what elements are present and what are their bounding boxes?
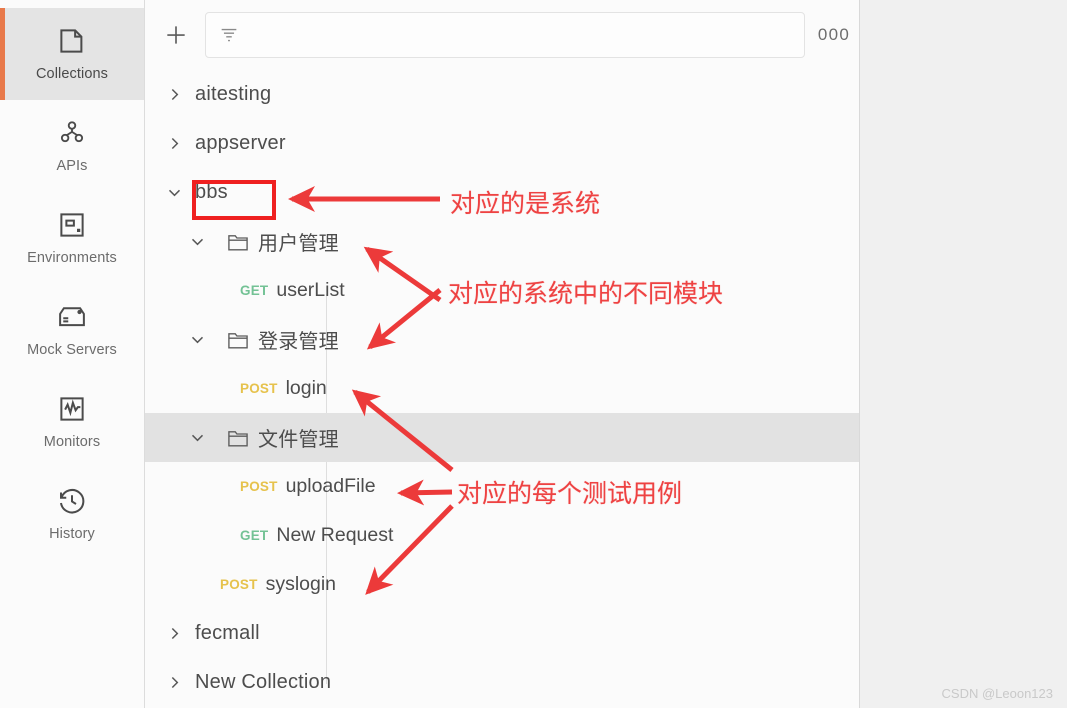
chevron-down-icon[interactable] — [190, 234, 205, 249]
chevron-right-icon[interactable] — [167, 136, 182, 151]
app-window: Collections APIs Environments Mock Serve… — [0, 0, 1067, 708]
tree-row-label: aitesting — [195, 83, 272, 105]
sidebar-item-history[interactable]: History — [0, 468, 144, 560]
tree-row-label: New Request — [276, 524, 394, 546]
tree-row-userlist[interactable]: GET userList — [145, 266, 859, 315]
tree-row-label: login — [285, 377, 327, 399]
search-input[interactable] — [248, 26, 792, 44]
tree-row-appserver[interactable]: appserver — [145, 119, 859, 168]
http-method-badge: POST — [220, 577, 258, 592]
http-method-badge: GET — [240, 283, 269, 298]
tree-row-aitesting[interactable]: aitesting — [145, 70, 859, 119]
sidebar-item-monitors[interactable]: Monitors — [0, 376, 144, 468]
sidebar-item-collections[interactable]: Collections — [0, 8, 144, 100]
sidebar-item-apis[interactable]: APIs — [0, 100, 144, 192]
tree-row-label: 用户管理 — [258, 233, 339, 255]
tree-row-label: appserver — [195, 132, 286, 154]
apis-icon — [57, 118, 87, 148]
sidebar-item-label: Monitors — [43, 434, 101, 450]
tree-row-new-collection[interactable]: New Collection — [145, 658, 859, 707]
tree-row-login[interactable]: POST login — [145, 364, 859, 413]
tree-row-file-mgmt[interactable]: 文件管理 — [145, 413, 859, 462]
folder-icon — [227, 232, 249, 252]
folder-icon — [227, 428, 249, 448]
http-method-badge: POST — [240, 381, 278, 396]
tree-row-label: 登录管理 — [258, 331, 339, 353]
folder-icon — [227, 330, 249, 350]
tree-row-user-mgmt[interactable]: 用户管理 — [145, 217, 859, 266]
http-method-badge: POST — [240, 479, 278, 494]
tree-row-login-mgmt[interactable]: 登录管理 — [145, 315, 859, 364]
mock-servers-icon — [57, 302, 87, 332]
tree-row-label: syslogin — [265, 573, 337, 595]
tree-row-label: New Collection — [195, 671, 332, 693]
add-new-button[interactable] — [159, 18, 193, 52]
collections-tree: aitesting appserver bbs 用户管理 GET userLis… — [145, 70, 859, 707]
chevron-right-icon[interactable] — [167, 87, 182, 102]
more-options-button[interactable]: 000 — [815, 25, 859, 45]
collections-panel: 000 aitesting appserver bbs 用户管理 GET use… — [145, 0, 860, 708]
sidebar-item-environments[interactable]: Environments — [0, 192, 144, 284]
chevron-down-icon[interactable] — [167, 185, 182, 200]
sidebar-item-mock-servers[interactable]: Mock Servers — [0, 284, 144, 376]
sidebar-nav-rail: Collections APIs Environments Mock Serve… — [0, 0, 145, 708]
http-method-badge: GET — [240, 528, 269, 543]
sidebar-item-label: APIs — [56, 158, 88, 174]
tree-row-bbs[interactable]: bbs — [145, 168, 859, 217]
tree-row-label: 文件管理 — [258, 429, 339, 451]
tree-row-label: bbs — [195, 181, 228, 203]
chevron-down-icon[interactable] — [190, 332, 205, 347]
sidebar-item-label: Collections — [35, 66, 109, 82]
sidebar-item-label: History — [49, 526, 95, 542]
filter-icon — [218, 24, 240, 46]
history-icon — [57, 486, 87, 516]
monitors-icon — [57, 394, 87, 424]
tree-row-fecmall[interactable]: fecmall — [145, 609, 859, 658]
tree-row-label: userList — [276, 279, 345, 301]
sidebar-item-label: Environments — [27, 250, 117, 266]
collections-icon — [57, 26, 87, 56]
collections-toolbar: 000 — [145, 0, 859, 70]
search-filter-box[interactable] — [205, 12, 805, 58]
tree-row-label: uploadFile — [285, 475, 376, 497]
tree-row-new-request[interactable]: GET New Request — [145, 511, 859, 560]
tree-row-label: fecmall — [195, 622, 260, 644]
environments-icon — [57, 210, 87, 240]
more-horizontal-icon: 000 — [817, 25, 851, 44]
tree-row-syslogin[interactable]: POST syslogin — [145, 560, 859, 609]
chevron-down-icon[interactable] — [190, 430, 205, 445]
tree-row-uploadfile[interactable]: POST uploadFile — [145, 462, 859, 511]
sidebar-item-label: Mock Servers — [27, 342, 117, 358]
chevron-right-icon[interactable] — [167, 626, 182, 641]
watermark: CSDN @Leoon123 — [941, 686, 1053, 701]
panel-filler — [860, 0, 1067, 708]
chevron-right-icon[interactable] — [167, 675, 182, 690]
